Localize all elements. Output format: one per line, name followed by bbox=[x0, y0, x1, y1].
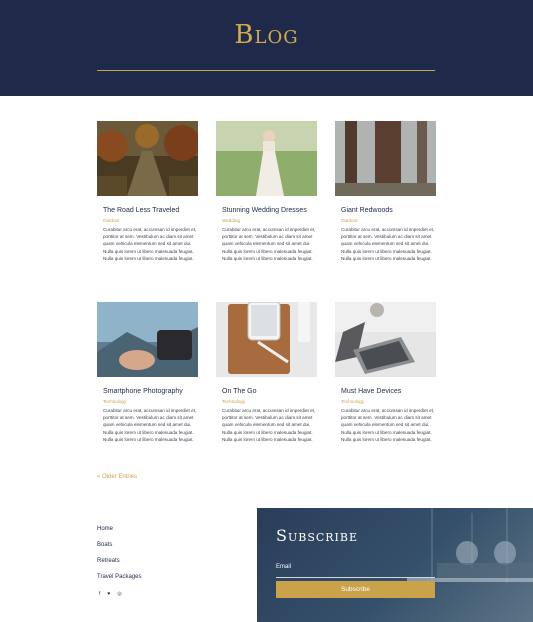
footer-link-retreats[interactable]: Retreats bbox=[97, 558, 141, 574]
post-category[interactable]: Technology bbox=[341, 399, 436, 404]
social-icons: f ♥ ◎ bbox=[99, 591, 122, 597]
post-card[interactable]: Smartphone Photography Technology Curabi… bbox=[97, 302, 198, 443]
page-title: Blog bbox=[234, 20, 299, 50]
footer-link-boats[interactable]: Boats bbox=[97, 542, 141, 558]
post-title[interactable]: Stunning Wedding Dresses bbox=[222, 207, 317, 214]
post-image-laptop[interactable] bbox=[335, 302, 436, 377]
post-category[interactable]: Wedding bbox=[222, 218, 317, 223]
post-image-forest-road[interactable] bbox=[97, 121, 198, 196]
twitter-icon[interactable]: ♥ bbox=[107, 591, 110, 597]
post-image-wedding-dress[interactable] bbox=[216, 121, 317, 196]
post-excerpt: Curabitur arcu erat, accumsan id imperdi… bbox=[222, 408, 316, 442]
footer-link-travel-packages[interactable]: Travel Packages bbox=[97, 574, 141, 590]
post-card[interactable]: Giant Redwoods Outdoor Curabitur arcu er… bbox=[335, 121, 436, 262]
post-title[interactable]: The Road Less Traveled bbox=[103, 207, 198, 214]
post-excerpt: Curabitur arcu erat, accumsan id imperdi… bbox=[103, 408, 197, 442]
post-category[interactable]: Outdoor bbox=[341, 218, 436, 223]
subscribe-button[interactable]: Subscribe bbox=[276, 581, 435, 598]
post-excerpt: Curabitur arcu erat, accumsan id imperdi… bbox=[341, 227, 435, 261]
post-title[interactable]: Smartphone Photography bbox=[103, 388, 198, 395]
post-card[interactable]: The Road Less Traveled Outdoor Curabitur… bbox=[97, 121, 198, 262]
post-excerpt: Curabitur arcu erat, accumsan id imperdi… bbox=[341, 408, 435, 442]
subscribe-title: Subscribe bbox=[276, 526, 359, 545]
post-image-redwoods[interactable] bbox=[335, 121, 436, 196]
email-field-label: Email bbox=[276, 564, 292, 570]
post-title[interactable]: On The Go bbox=[222, 388, 317, 395]
post-card[interactable]: Must Have Devices Technology Curabitur a… bbox=[335, 302, 436, 443]
post-category[interactable]: Outdoor bbox=[103, 218, 198, 223]
post-image-phone-notebook[interactable] bbox=[216, 302, 317, 377]
footer-nav: Home Boats Retreats Travel Packages bbox=[97, 526, 141, 590]
instagram-icon[interactable]: ◎ bbox=[117, 591, 121, 597]
facebook-icon[interactable]: f bbox=[99, 591, 100, 597]
post-card[interactable]: Stunning Wedding Dresses Wedding Curabit… bbox=[216, 121, 317, 262]
blog-header: Blog bbox=[0, 0, 533, 96]
footer-link-home[interactable]: Home bbox=[97, 526, 141, 542]
post-card[interactable]: On The Go Technology Curabitur arcu erat… bbox=[216, 302, 317, 443]
subscribe-section: Subscribe Email Subscribe bbox=[257, 508, 533, 622]
post-excerpt: Curabitur arcu erat, accumsan id imperdi… bbox=[222, 227, 316, 261]
post-image-smartphone-hands[interactable] bbox=[97, 302, 198, 377]
post-category[interactable]: Technology bbox=[222, 399, 317, 404]
post-excerpt: Curabitur arcu erat, accumsan id imperdi… bbox=[103, 227, 197, 261]
post-title[interactable]: Giant Redwoods bbox=[341, 207, 436, 214]
email-field[interactable] bbox=[276, 577, 435, 578]
post-title[interactable]: Must Have Devices bbox=[341, 388, 436, 395]
older-entries-link[interactable]: « Older Entries bbox=[97, 474, 137, 480]
header-divider bbox=[97, 70, 435, 71]
post-category[interactable]: Technology bbox=[103, 399, 198, 404]
